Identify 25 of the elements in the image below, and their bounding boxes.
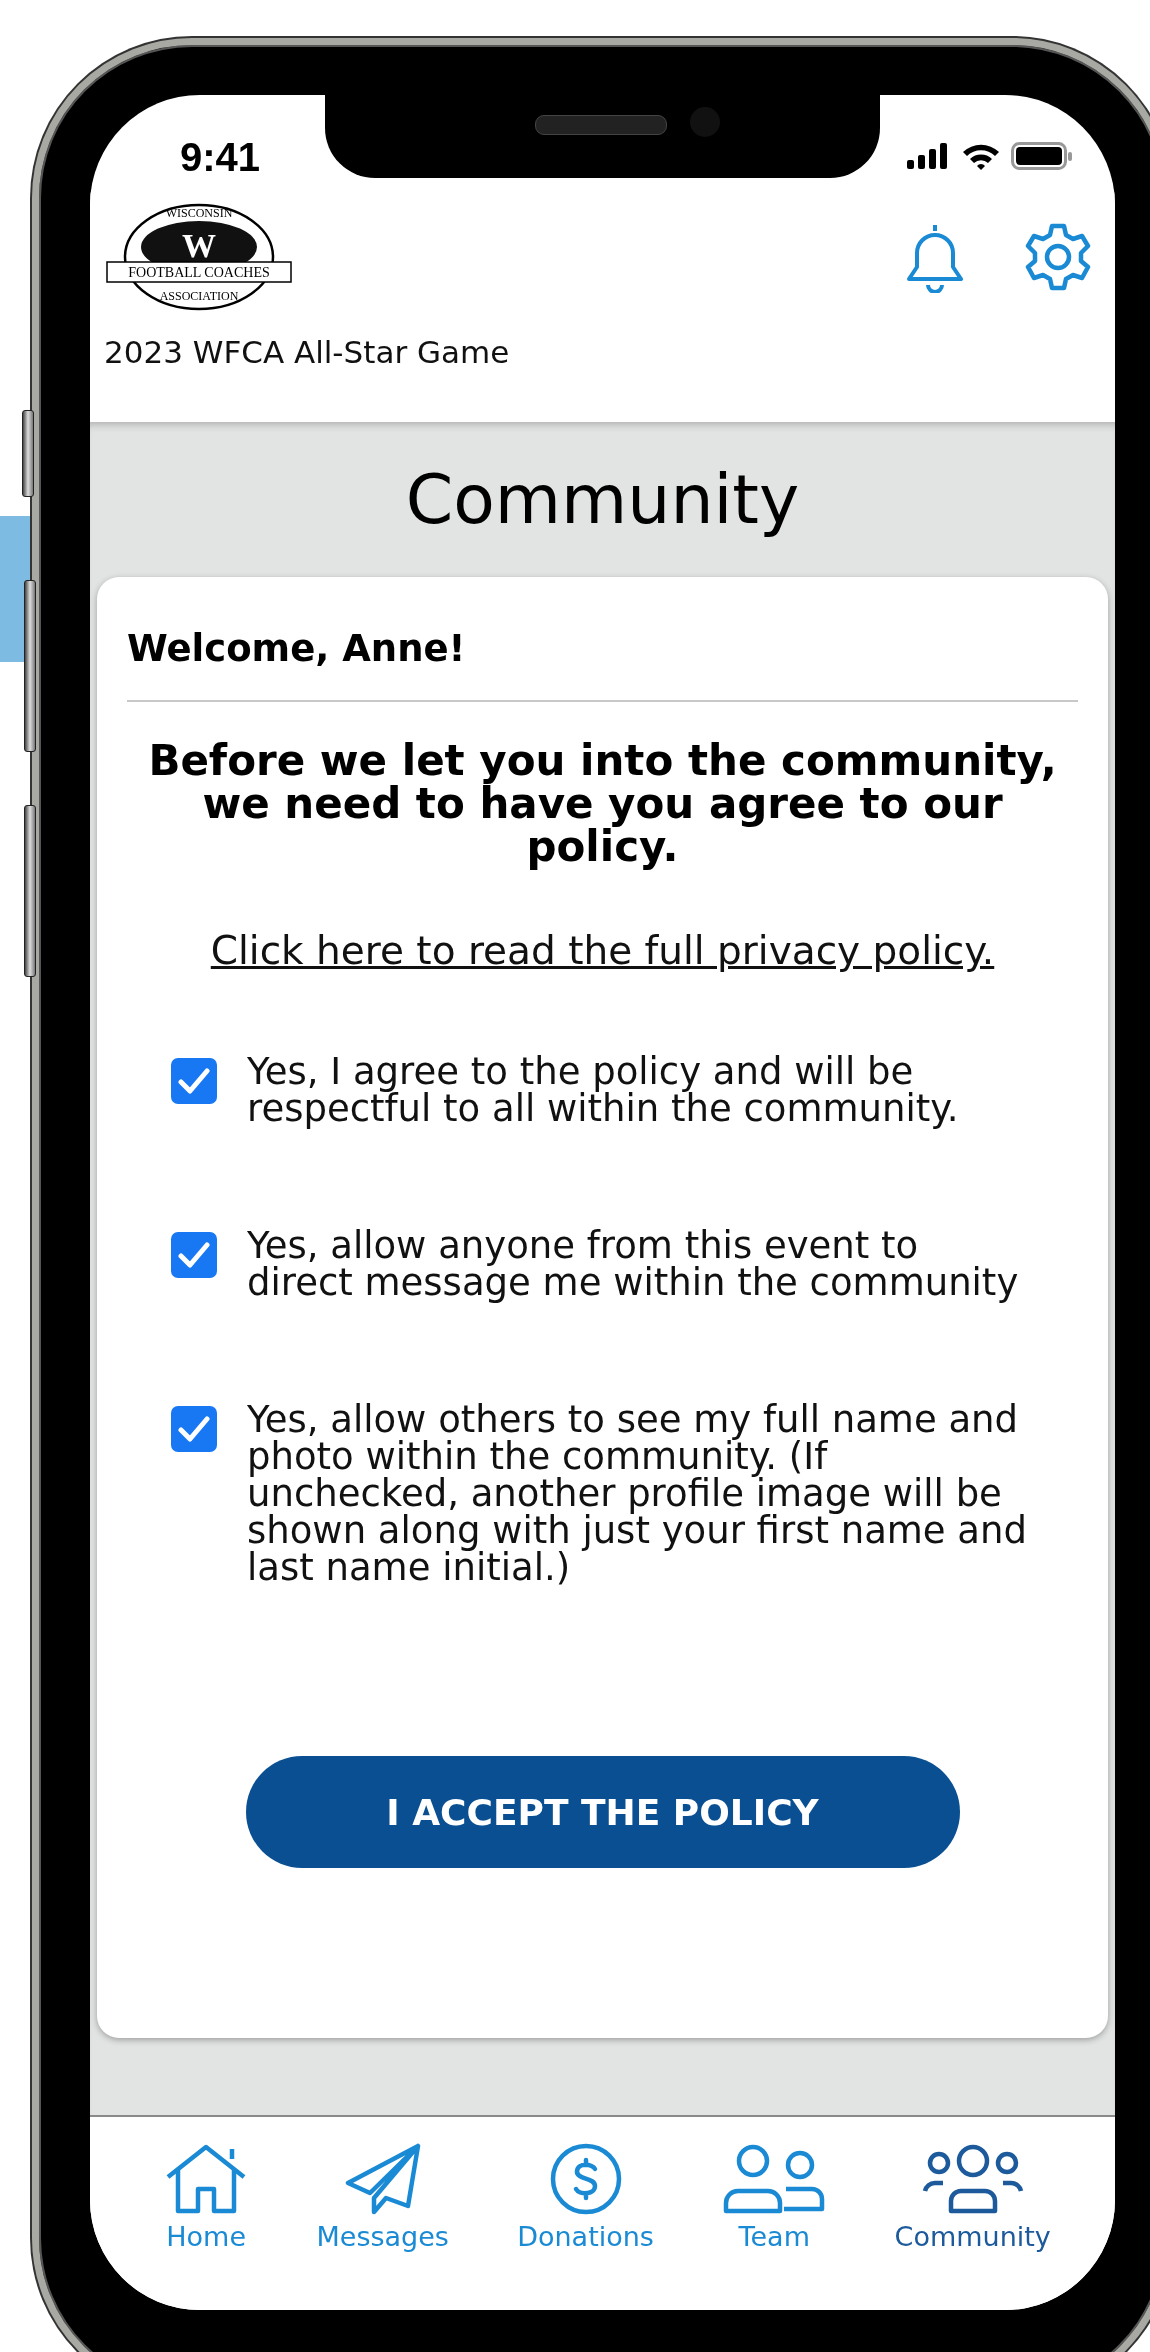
consent-label: Yes, I agree to the policy and will be respectful to all within the community. xyxy=(247,1053,960,1128)
page-title: Community xyxy=(404,459,801,541)
group-icon xyxy=(920,2143,1025,2215)
tab-button[interactable]: Community xyxy=(894,2143,1051,2252)
dollar-coin-icon xyxy=(549,2143,622,2215)
paper-plane-icon xyxy=(343,2143,422,2215)
consent-label: Yes, allow anyone from this event to direct message me within the community xyxy=(247,1227,1020,1302)
privacy-policy-link[interactable]: Click here to read the full privacy policy. xyxy=(127,928,1078,974)
consent-label: Yes, allow others to see my full name and photo within the community. (If unchecked, another profile image will be shown along with just your first name and last name initial.) xyxy=(247,1401,1028,1587)
checkbox[interactable] xyxy=(171,1232,217,1279)
tab-button[interactable]: Team xyxy=(722,2143,827,2252)
accept-policy-button[interactable]: I ACCEPT THE POLICY xyxy=(245,1756,960,1869)
welcome-heading: Welcome, Anne! xyxy=(127,627,467,670)
battery-icon xyxy=(1011,141,1073,170)
policy-notice: Before we let you into the community, we need to have you agree to our policy. xyxy=(147,740,1058,869)
settings-icon[interactable] xyxy=(1023,222,1093,292)
two-people-icon xyxy=(722,2143,827,2215)
checkbox[interactable] xyxy=(171,1406,217,1453)
status-time: 9:41 xyxy=(180,134,261,180)
event-title: 2023 WFCA All-Star Game xyxy=(104,334,511,370)
association-logo: WISCONSIN W FOOTBALL COACHES ASSOCIATION xyxy=(104,202,294,312)
tab-button[interactable]: Messages xyxy=(316,2143,449,2252)
tab-button[interactable]: Donations xyxy=(517,2143,654,2252)
checkbox[interactable] xyxy=(171,1058,217,1105)
tab-button[interactable]: Home xyxy=(164,2143,249,2252)
